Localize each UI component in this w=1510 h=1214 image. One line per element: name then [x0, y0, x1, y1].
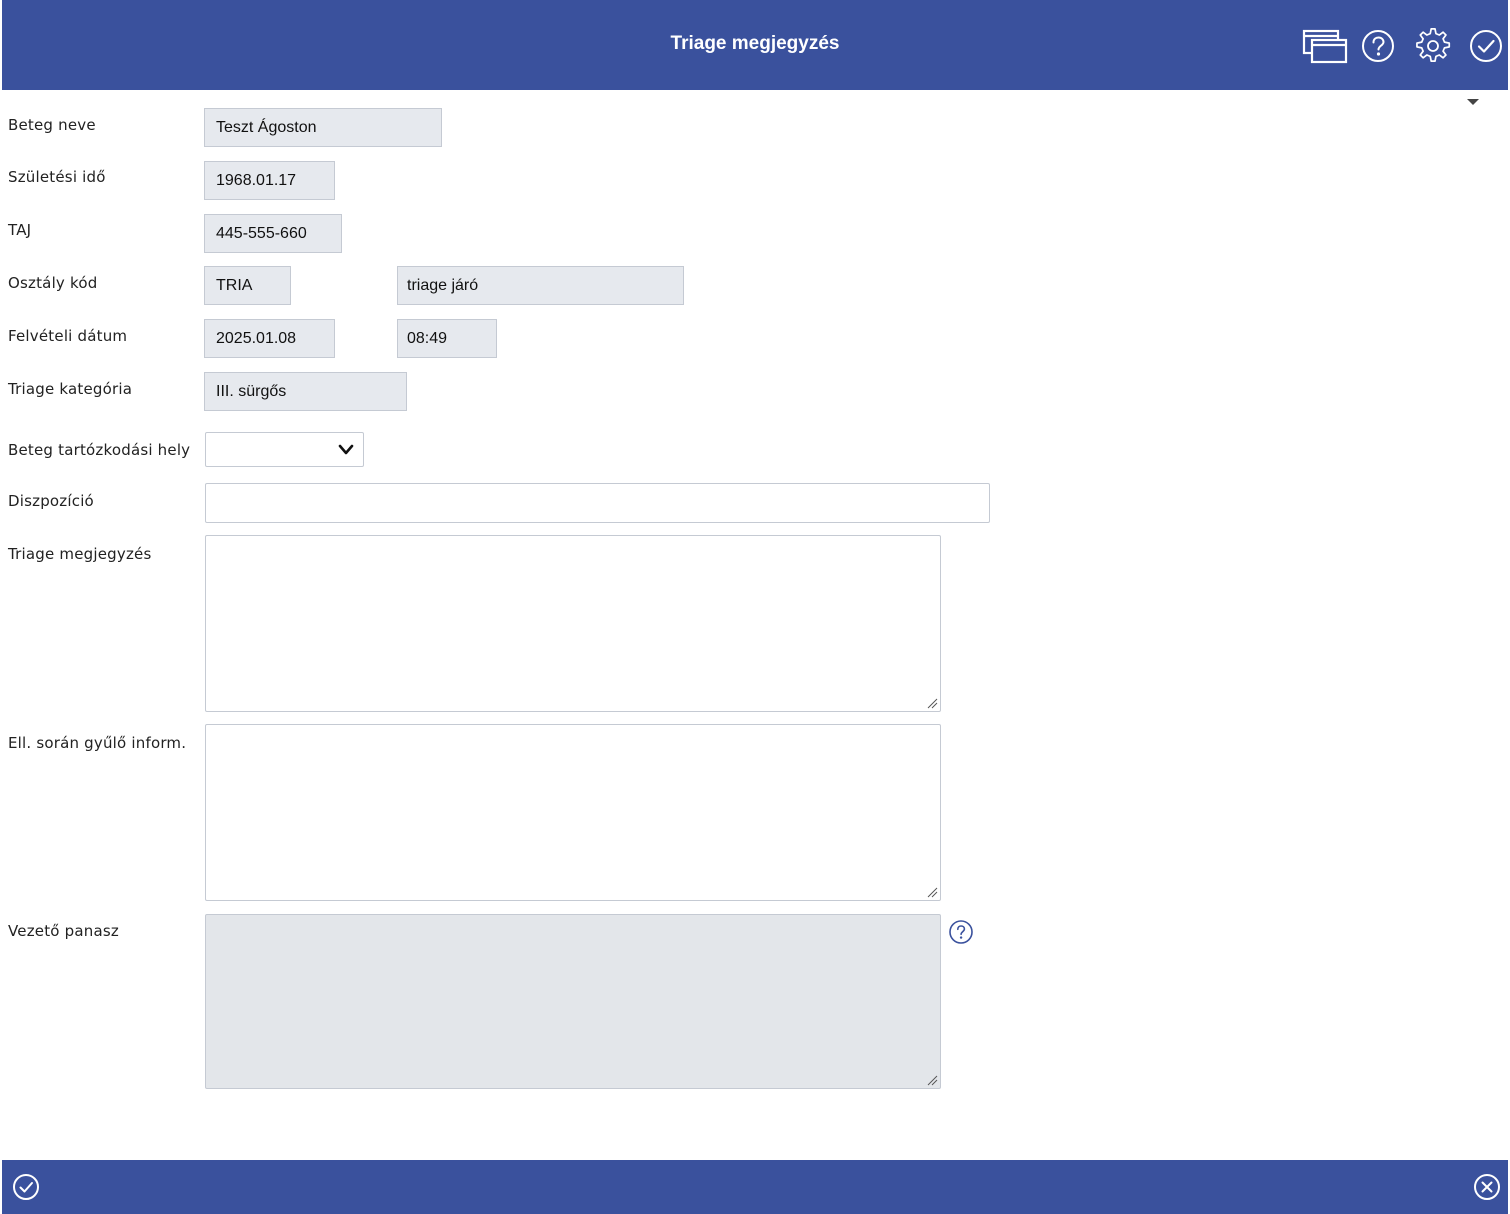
department-code-field: TRIA [204, 266, 291, 305]
birth-date-label: Születési idő [8, 168, 106, 186]
patient-name-field: Teszt Ágoston [204, 108, 442, 147]
page-title: Triage megjegyzés [670, 33, 840, 54]
department-code-value: TRIA [216, 276, 253, 294]
admission-date-field: 2025.01.08 [204, 319, 335, 358]
triage-note-textarea[interactable] [205, 535, 941, 712]
disposition-label: Diszpozíció [8, 492, 94, 510]
help-icon[interactable] [1360, 28, 1398, 66]
patient-name-label: Beteg neve [8, 116, 96, 134]
admission-time-field: 08:49 [397, 319, 497, 358]
bottom-bar [2, 1160, 1508, 1214]
title-bar: Triage megjegyzés [2, 0, 1508, 90]
chief-complaint-label: Vezető panasz [8, 922, 119, 940]
cancel-circle-icon[interactable] [1472, 1172, 1502, 1202]
triage-category-label: Triage kategória [8, 380, 133, 398]
collapse-arrow-icon[interactable] [1467, 99, 1479, 105]
gear-icon[interactable] [1415, 27, 1453, 66]
disposition-input[interactable] [205, 483, 990, 523]
resize-grip-icon[interactable] [926, 697, 938, 709]
check-circle-icon[interactable] [1468, 28, 1506, 66]
taj-value: 445-555-660 [216, 224, 307, 242]
chief-complaint-help-icon[interactable] [948, 919, 974, 945]
admission-date-value: 2025.01.08 [216, 329, 297, 347]
department-label: Osztály kód [8, 274, 98, 292]
birth-date-value: 1968.01.17 [216, 171, 297, 189]
triage-category-value: III. sürgős [216, 382, 287, 400]
chief-complaint-textarea [205, 914, 941, 1089]
chevron-down-icon [338, 444, 354, 455]
ok-circle-icon[interactable] [12, 1172, 42, 1202]
department-name-value: triage járó [407, 276, 479, 294]
triage-note-label: Triage megjegyzés [8, 545, 152, 563]
patient-name-value: Teszt Ágoston [216, 118, 317, 136]
collected-info-label: Ell. során gyűlő inform. [8, 734, 187, 752]
triage-category-field: III. sürgős [204, 372, 407, 411]
department-name-field: triage járó [397, 266, 684, 305]
admission-time-value: 08:49 [407, 329, 448, 347]
windows-icon[interactable] [1302, 28, 1348, 66]
resize-grip-icon[interactable] [926, 886, 938, 898]
taj-field: 445-555-660 [204, 214, 342, 253]
birth-date-field: 1968.01.17 [204, 161, 335, 200]
location-label: Beteg tartózkodási hely [8, 441, 191, 459]
resize-grip-icon[interactable] [926, 1074, 938, 1086]
location-select[interactable] [205, 432, 364, 467]
taj-label: TAJ [8, 221, 32, 239]
collected-info-textarea[interactable] [205, 724, 941, 901]
admission-date-label: Felvételi dátum [8, 327, 128, 345]
